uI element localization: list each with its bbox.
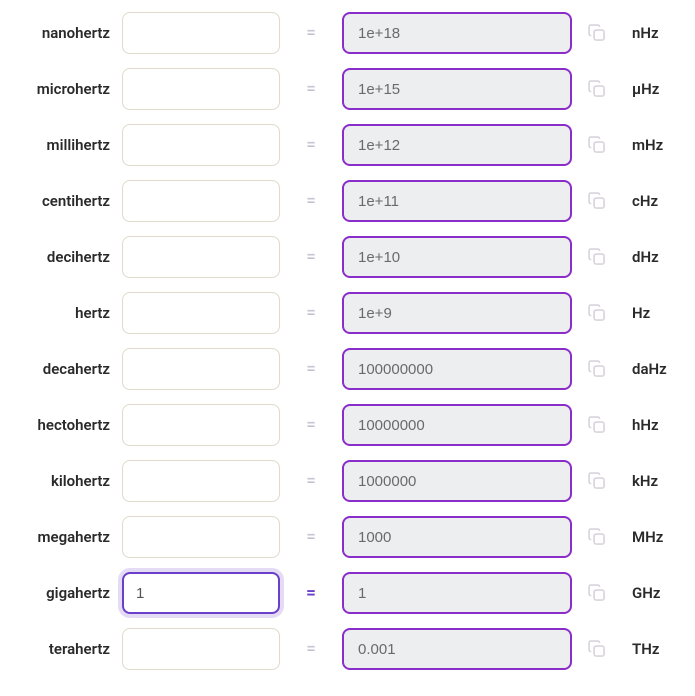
unit-output-right[interactable] [342,628,572,670]
unit-output-right[interactable] [342,236,572,278]
unit-name-label: microhertz [18,80,110,98]
copy-icon[interactable] [584,20,610,46]
unit-output-right[interactable] [342,180,572,222]
unit-row: centihertz = cHz [18,180,677,222]
copy-icon[interactable] [584,356,610,382]
unit-row: gigahertz = GHz [18,572,677,614]
copy-icon[interactable] [584,76,610,102]
unit-abbr-label: nHz [632,24,674,42]
unit-output-right[interactable] [342,460,572,502]
unit-row: decahertz = daHz [18,348,677,390]
unit-input-left[interactable] [122,292,280,334]
unit-name-label: hertz [18,304,110,322]
unit-row: millihertz = mHz [18,124,677,166]
copy-icon[interactable] [584,524,610,550]
unit-input-left[interactable] [122,68,280,110]
unit-row: nanohertz = nHz [18,12,677,54]
unit-input-left[interactable] [122,404,280,446]
unit-input-left[interactable] [122,180,280,222]
equals-sign: = [292,79,330,99]
unit-name-label: hectohertz [18,416,110,434]
unit-row: hectohertz = hHz [18,404,677,446]
copy-icon[interactable] [584,300,610,326]
unit-abbr-label: daHz [632,360,674,378]
equals-sign: = [292,303,330,323]
copy-icon[interactable] [584,244,610,270]
unit-output-right[interactable] [342,292,572,334]
copy-icon[interactable] [584,412,610,438]
unit-input-left[interactable] [122,124,280,166]
copy-icon[interactable] [584,132,610,158]
unit-name-label: decahertz [18,360,110,378]
equals-sign: = [292,247,330,267]
equals-sign: = [292,583,330,603]
unit-row: microhertz = µHz [18,68,677,110]
equals-sign: = [292,191,330,211]
unit-converter-table: nanohertz = nHz microhertz = µHz millihertz = mH… [18,12,677,670]
unit-abbr-label: dHz [632,248,674,266]
unit-output-right[interactable] [342,68,572,110]
unit-row: megahertz = MHz [18,516,677,558]
unit-abbr-label: mHz [632,136,674,154]
unit-abbr-label: Hz [632,304,674,322]
unit-output-right[interactable] [342,572,572,614]
equals-sign: = [292,415,330,435]
equals-sign: = [292,359,330,379]
unit-row: decihertz = dHz [18,236,677,278]
copy-icon[interactable] [584,580,610,606]
unit-input-left[interactable] [122,12,280,54]
unit-abbr-label: MHz [632,528,674,546]
unit-name-label: nanohertz [18,24,110,42]
unit-abbr-label: hHz [632,416,674,434]
unit-row: terahertz = THz [18,628,677,670]
unit-input-left[interactable] [122,628,280,670]
equals-sign: = [292,639,330,659]
unit-output-right[interactable] [342,348,572,390]
equals-sign: = [292,135,330,155]
unit-input-left[interactable] [122,460,280,502]
unit-name-label: kilohertz [18,472,110,490]
copy-icon[interactable] [584,468,610,494]
unit-input-left[interactable] [122,516,280,558]
unit-name-label: terahertz [18,640,110,658]
unit-output-right[interactable] [342,124,572,166]
unit-name-label: centihertz [18,192,110,210]
unit-row: kilohertz = kHz [18,460,677,502]
unit-abbr-label: cHz [632,192,674,210]
unit-output-right[interactable] [342,12,572,54]
unit-output-right[interactable] [342,404,572,446]
unit-name-label: millihertz [18,136,110,154]
unit-abbr-label: THz [632,640,674,658]
equals-sign: = [292,471,330,491]
unit-abbr-label: µHz [632,80,674,98]
unit-input-left[interactable] [122,572,280,614]
unit-row: hertz = Hz [18,292,677,334]
copy-icon[interactable] [584,188,610,214]
unit-input-left[interactable] [122,236,280,278]
unit-name-label: decihertz [18,248,110,266]
unit-abbr-label: GHz [632,584,674,602]
unit-name-label: megahertz [18,528,110,546]
copy-icon[interactable] [584,636,610,662]
unit-input-left[interactable] [122,348,280,390]
unit-name-label: gigahertz [18,584,110,602]
unit-abbr-label: kHz [632,472,674,490]
unit-output-right[interactable] [342,516,572,558]
equals-sign: = [292,527,330,547]
equals-sign: = [292,23,330,43]
